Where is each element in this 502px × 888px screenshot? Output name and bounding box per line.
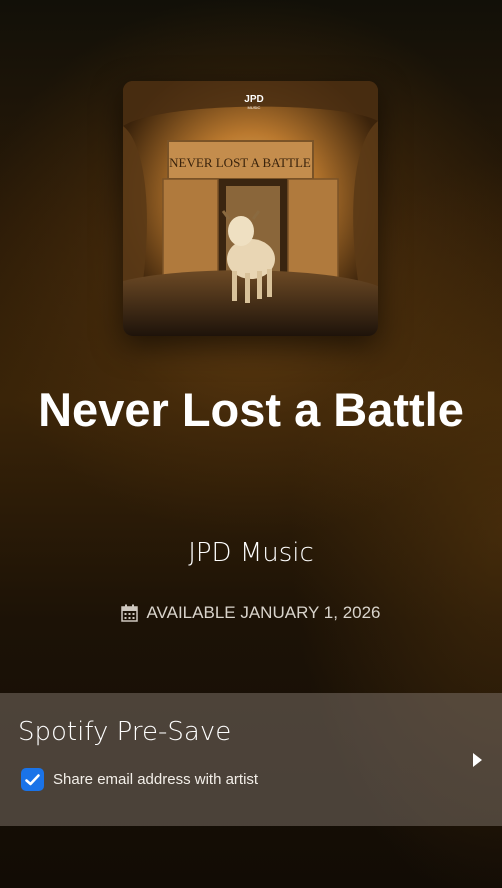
checkmark-icon <box>25 773 40 785</box>
availability-text: AVAILABLE JANUARY 1, 2026 <box>146 603 381 622</box>
share-email-label: Share email address with artist <box>53 771 259 788</box>
spotify-presave-button[interactable]: Spotify Pre-Save Share email address wit… <box>0 693 502 826</box>
share-email-checkbox[interactable] <box>21 768 44 791</box>
presave-label: Spotify Pre-Save <box>18 717 232 747</box>
jpd-logo-text: JPD <box>244 94 263 105</box>
album-artwork-illustration: NEVER LOST A BATTLE JPD MUSIC <box>123 81 378 336</box>
album-artwork: NEVER LOST A BATTLE JPD MUSIC <box>123 81 378 336</box>
release-title: Never Lost a Battle <box>38 383 464 436</box>
calendar-icon <box>121 604 139 622</box>
artist-name: JPD Music <box>188 538 314 568</box>
play-arrow-icon[interactable] <box>473 753 482 767</box>
release-date: AVAILABLE JANUARY 1, 2026 <box>0 603 502 623</box>
stone-inscription: NEVER LOST A BATTLE <box>169 155 311 170</box>
share-email-option[interactable]: Share email address with artist <box>21 768 258 791</box>
jpd-logo-subtext: MUSIC <box>248 105 261 110</box>
